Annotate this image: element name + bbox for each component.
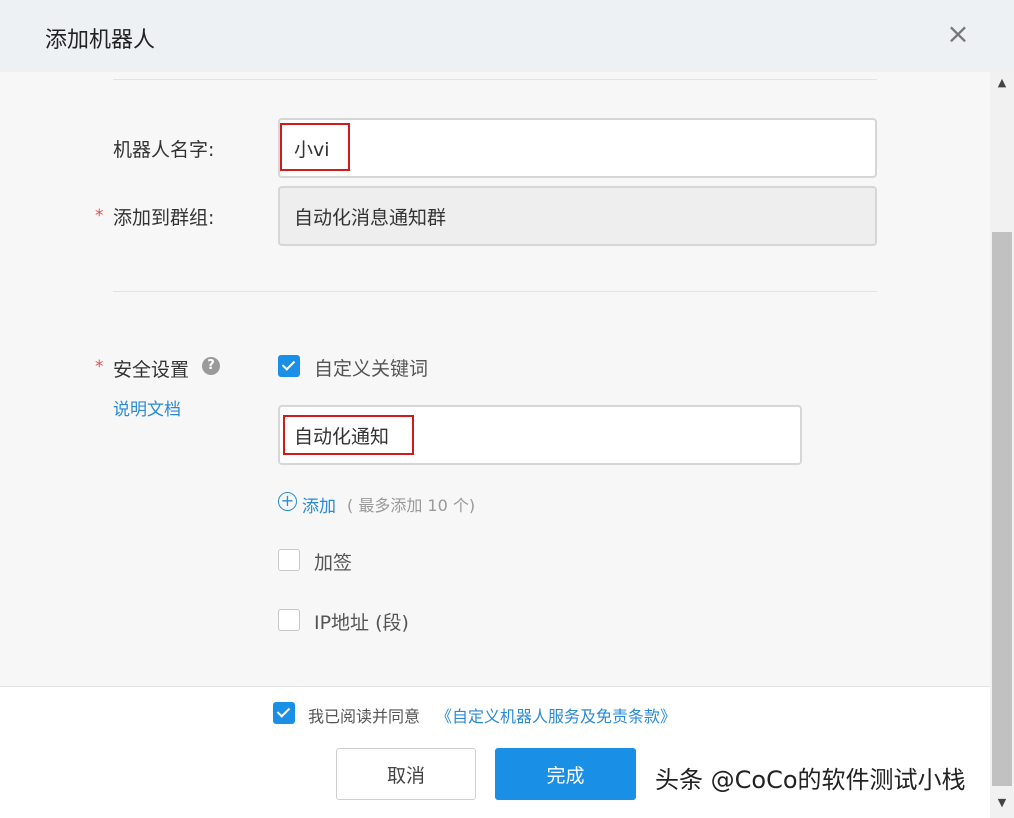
watermark: 头条 @CoCo的软件测试小栈 — [655, 766, 966, 794]
sign-checkbox[interactable] — [278, 549, 300, 571]
ip-checkbox[interactable] — [278, 609, 300, 631]
required-mark: * — [95, 206, 104, 226]
top-divider — [113, 79, 877, 80]
group-field: 自动化消息通知群 — [278, 186, 877, 246]
help-icon[interactable]: ? — [202, 357, 220, 375]
group-value: 自动化消息通知群 — [294, 206, 447, 229]
add-keyword-link[interactable]: 添加 — [302, 492, 336, 517]
robot-name-input[interactable]: 小vi — [278, 118, 877, 178]
terms-link[interactable]: 《自定义机器人服务及免责条款》 — [436, 703, 676, 727]
scroll-down-icon[interactable]: ▼ — [990, 796, 1014, 814]
highlight-box — [280, 123, 350, 171]
security-label: 安全设置 — [113, 359, 190, 381]
highlight-box — [283, 415, 414, 455]
required-mark: * — [95, 357, 104, 377]
keyword-option-label: 自定义关键词 — [314, 358, 429, 380]
sign-option-label: 加签 — [314, 552, 353, 574]
cancel-button[interactable]: 取消 — [336, 748, 476, 800]
plus-circle-icon[interactable]: + — [278, 492, 297, 511]
done-button[interactable]: 完成 — [495, 748, 636, 800]
section-divider — [113, 291, 877, 292]
ip-option-label: IP地址 (段) — [314, 612, 409, 634]
agree-text: 我已阅读并同意 — [308, 707, 421, 726]
group-label: 添加到群组: — [113, 207, 215, 229]
dialog-title: 添加机器人 — [45, 28, 156, 53]
close-icon[interactable]: × — [944, 20, 972, 48]
add-hint: ( 最多添加 10 个) — [347, 496, 476, 515]
check-icon — [281, 357, 296, 371]
doc-link[interactable]: 说明文档 — [113, 395, 181, 420]
scrollbar-thumb[interactable] — [992, 232, 1012, 786]
check-icon — [276, 704, 291, 718]
agree-checkbox[interactable] — [273, 702, 295, 724]
keyword-checkbox[interactable] — [278, 355, 300, 377]
robot-name-label: 机器人名字: — [113, 139, 215, 161]
scroll-up-icon[interactable]: ▲ — [990, 76, 1014, 94]
dialog-header: 添加机器人 × — [0, 0, 1014, 72]
